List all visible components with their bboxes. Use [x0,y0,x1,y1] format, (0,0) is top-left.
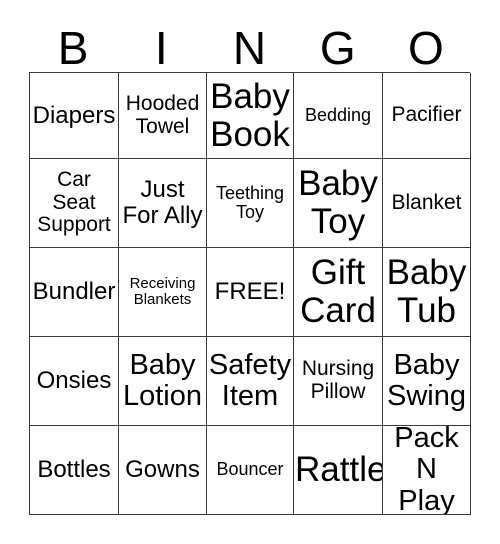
bingo-cell-label: Bouncer [216,459,284,480]
bingo-cell-n1[interactable]: Baby Book [207,73,294,159]
bingo-cell-g5[interactable]: Rattle [294,426,383,515]
bingo-header-letter-b: B [57,22,89,74]
bingo-cell-n4[interactable]: Safety Item [207,337,294,426]
bingo-cell-label: Onsies [36,367,112,395]
bingo-header-letter-n: N [232,22,267,74]
bingo-cell-label: Baby Toy [298,164,378,241]
bingo-header-letter-i: I [154,22,168,74]
bingo-cell-b2[interactable]: Car Seat Support [30,159,119,248]
bingo-cell-label: Diapers [32,101,116,129]
bingo-grid: Diapers Hooded Towel Baby Book Bedding P… [29,72,471,515]
bingo-card: B I N G O Diapers Hooded Towel Baby Book… [0,0,500,544]
bingo-cell-g2[interactable]: Baby Toy [294,159,383,248]
bingo-cell-b5[interactable]: Bottles [30,426,119,515]
bingo-cell-b3[interactable]: Bundler [30,248,119,337]
bingo-cell-label: Bundler [32,278,116,306]
bingo-cell-i5[interactable]: Gowns [119,426,207,515]
bingo-cell-label: Just For Ally [122,176,203,229]
bingo-cell-label: Bedding [304,104,372,125]
bingo-cell-n5[interactable]: Bouncer [207,426,294,515]
bingo-cell-label: Gift Card [300,253,376,330]
bingo-cell-g3[interactable]: Gift Card [294,248,383,337]
bingo-cell-g4[interactable]: Nursing Pillow [294,337,383,426]
bingo-cell-i2[interactable]: Just For Ally [119,159,207,248]
bingo-header-letter-g: G [319,22,356,74]
bingo-cell-label: Hooded Towel [125,91,200,138]
bingo-cell-i3[interactable]: Receiving Blankets [119,248,207,337]
bingo-cell-label: Pack N Play [394,426,459,515]
bingo-cell-label: Baby Tub [386,253,467,330]
bingo-cell-o4[interactable]: Baby Swing [383,337,471,426]
bingo-cell-label: Rattle [295,450,383,490]
bingo-cell-free-space[interactable]: FREE! [207,248,294,337]
bingo-cell-o1[interactable]: Pacifier [383,73,471,159]
bingo-cell-label: Car Seat Support [37,167,111,237]
bingo-cell-b4[interactable]: Onsies [30,337,119,426]
bingo-header-letter-o: O [408,22,444,74]
bingo-cell-label: FREE! [214,278,286,306]
bingo-cell-n2[interactable]: Teething Toy [207,159,294,248]
bingo-cell-g1[interactable]: Bedding [294,73,383,159]
bingo-cell-label: Safety Item [208,348,292,412]
bingo-cell-label: Bottles [37,456,111,484]
bingo-cell-o3[interactable]: Baby Tub [383,248,471,337]
bingo-cell-label: Teething Toy [215,182,285,222]
bingo-cell-label: Baby Book [210,76,290,154]
bingo-cell-label: Receiving Blankets [129,274,196,308]
bingo-cell-label: Gowns [125,456,200,484]
bingo-cell-o2[interactable]: Blanket [383,159,471,248]
bingo-cell-label: Baby Swing [387,348,466,412]
bingo-cell-b1[interactable]: Diapers [30,73,119,159]
bingo-cell-i4[interactable]: Baby Lotion [119,337,207,426]
bingo-cell-label: Baby Lotion [122,348,202,412]
bingo-cell-label: Pacifier [391,103,462,127]
bingo-header-row: B I N G O [29,14,470,72]
bingo-cell-o5[interactable]: Pack N Play [383,426,471,515]
bingo-cell-label: Nursing Pillow [301,357,375,403]
bingo-cell-label: Blanket [391,190,462,214]
bingo-cell-i1[interactable]: Hooded Towel [119,73,207,159]
